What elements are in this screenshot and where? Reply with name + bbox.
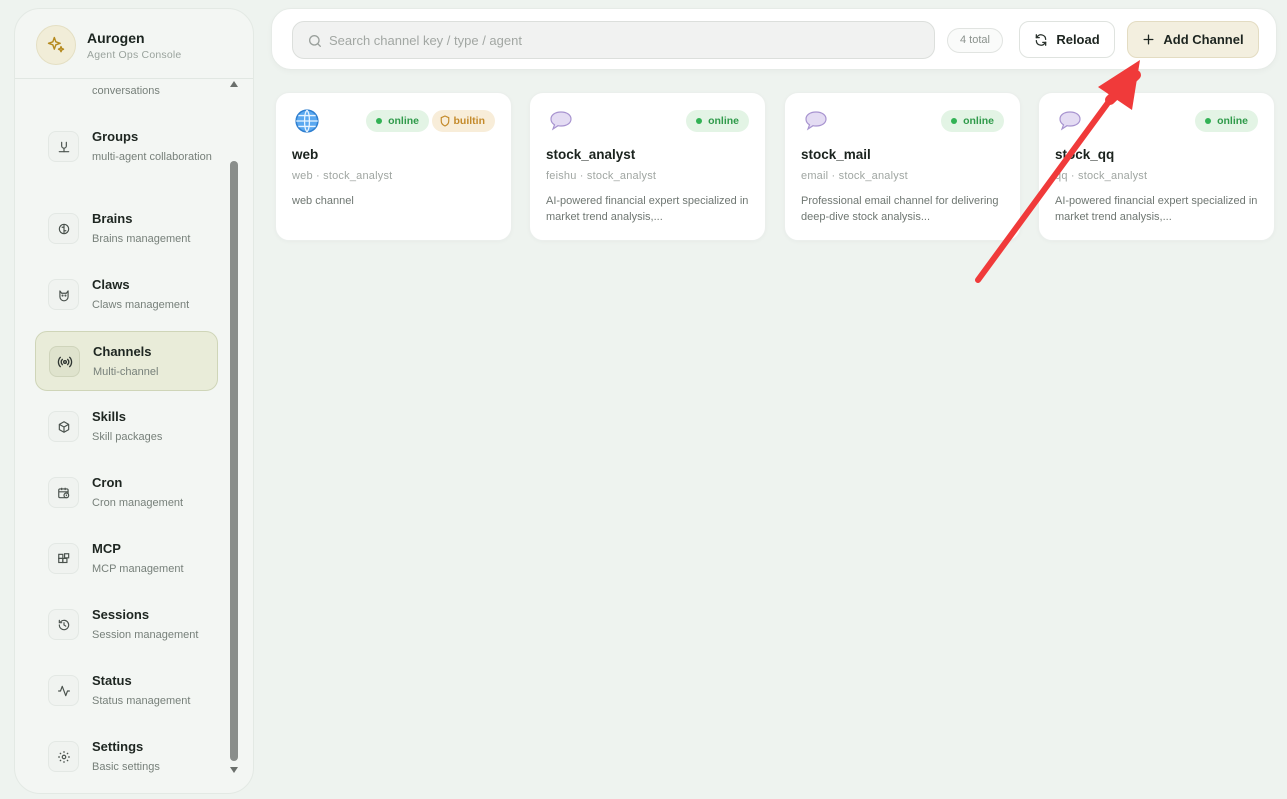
search-icon: [309, 35, 321, 47]
status-badge: online: [366, 110, 429, 132]
add-channel-button[interactable]: Add Channel: [1127, 21, 1259, 58]
refresh-icon: [1036, 33, 1047, 46]
channel-count-badge: 4 total: [947, 28, 1003, 53]
sidebar-item-groups[interactable]: Groups multi-agent collaboration: [35, 115, 218, 191]
channel-name: web: [292, 147, 319, 162]
sidebar-item-channels[interactable]: Channels Multi-channel: [35, 331, 218, 391]
brand-subtitle: Agent Ops Console: [87, 49, 182, 61]
sidebar-item-label: Settings: [92, 739, 144, 754]
calendar-clock-icon: [48, 477, 79, 508]
brain-icon: [48, 213, 79, 244]
channel-meta: web · stock_analyst: [292, 170, 393, 182]
sidebar-item-desc: conversations: [92, 85, 160, 97]
sidebar-item-desc: Basic settings: [92, 761, 160, 773]
blocks-icon: [48, 543, 79, 574]
sidebar-scrollbar-thumb[interactable]: [230, 161, 238, 761]
sidebar-item-label: Cron: [92, 475, 123, 490]
sidebar-item-brains[interactable]: Brains Brains management: [35, 199, 218, 259]
add-channel-label: Add Channel: [1163, 32, 1244, 47]
reload-button[interactable]: Reload: [1019, 21, 1115, 58]
sidebar-item-settings[interactable]: Settings Basic settings: [35, 727, 218, 787]
sidebar-item-claws[interactable]: Claws Claws management: [35, 265, 218, 325]
sidebar-item-status[interactable]: Status Status management: [35, 661, 218, 721]
sidebar-item-label: Status: [92, 673, 132, 688]
sidebar-item-cron[interactable]: Cron Cron management: [35, 463, 218, 523]
sidebar-item-label: Brains: [92, 211, 133, 226]
channel-card-stock-mail[interactable]: online stock_mail email · stock_analyst …: [784, 92, 1021, 241]
channel-description: AI-powered financial expert specialized …: [1055, 195, 1258, 223]
status-badge: online: [686, 110, 749, 132]
sidebar-item-conversations[interactable]: conversations: [35, 77, 218, 97]
gear-icon: [48, 741, 79, 772]
sidebar: Aurogen Agent Ops Console conversations …: [14, 8, 254, 794]
search-box[interactable]: [292, 21, 935, 59]
sidebar-item-desc: multi-agent collaboration: [92, 151, 212, 163]
sidebar-item-desc: MCP management: [92, 563, 184, 575]
sidebar-item-skills[interactable]: Skills Skill packages: [35, 397, 218, 457]
channel-description: web channel: [292, 195, 354, 207]
channel-name: stock_mail: [801, 147, 871, 162]
channel-name: stock_analyst: [546, 147, 636, 162]
brand-header: Aurogen Agent Ops Console: [15, 9, 253, 79]
shield-icon: [440, 115, 449, 127]
sidebar-item-desc: Claws management: [92, 299, 190, 311]
channel-meta: email · stock_analyst: [801, 170, 908, 182]
toolbar: 4 total Reload Add Channel: [271, 8, 1277, 70]
sidebar-item-mcp[interactable]: MCP MCP management: [35, 529, 218, 589]
broadcast-icon: [49, 346, 80, 377]
builtin-label: builtin: [453, 115, 486, 127]
status-badge: online: [1195, 110, 1258, 132]
package-icon: [48, 411, 79, 442]
scroll-down-arrow-icon[interactable]: [230, 767, 238, 773]
plus-icon: [1143, 34, 1154, 45]
sidebar-item-desc: Multi-channel: [93, 366, 159, 378]
brand-title: Aurogen: [87, 30, 145, 46]
sidebar-item-desc: Skill packages: [92, 431, 163, 443]
sidebar-item-desc: Brains management: [92, 233, 191, 245]
sidebar-nav: conversations Groups multi-agent collabo…: [15, 77, 230, 793]
channel-card-stock-qq[interactable]: online stock_qq qq · stock_analyst AI-po…: [1038, 92, 1275, 241]
sidebar-item-desc: Session management: [92, 629, 199, 641]
speech-bubble-icon: [550, 111, 572, 131]
search-input[interactable]: [329, 22, 919, 58]
sidebar-item-label: Claws: [92, 277, 130, 292]
sidebar-item-label: Sessions: [92, 607, 150, 622]
reload-label: Reload: [1056, 32, 1100, 47]
channel-meta: feishu · stock_analyst: [546, 170, 657, 182]
channel-name: stock_qq: [1055, 147, 1115, 162]
globe-icon: [295, 109, 319, 133]
sparkle-logo-icon[interactable]: [36, 25, 76, 65]
status-badge: online: [941, 110, 1004, 132]
groups-icon: [48, 131, 79, 162]
sidebar-item-desc: Cron management: [92, 497, 184, 509]
sidebar-item-label: MCP: [92, 541, 121, 556]
channel-description: Professional email channel for deliverin…: [801, 195, 999, 223]
scroll-up-arrow-icon[interactable]: [230, 81, 238, 87]
sidebar-item-label: Groups: [92, 129, 139, 144]
speech-bubble-icon: [805, 111, 827, 131]
sidebar-item-sessions[interactable]: Sessions Session management: [35, 595, 218, 655]
cat-icon: [48, 279, 79, 310]
channel-description: AI-powered financial expert specialized …: [546, 195, 749, 223]
history-icon: [48, 609, 79, 640]
sidebar-item-label: Channels: [93, 344, 152, 359]
channel-meta: qq · stock_analyst: [1055, 170, 1148, 182]
builtin-badge: builtin: [431, 110, 495, 132]
sidebar-item-label: Skills: [92, 409, 126, 424]
channel-card-web[interactable]: builtin online web web · stock_analyst w…: [275, 92, 512, 241]
sidebar-item-desc: Status management: [92, 695, 191, 707]
channel-card-stock-analyst[interactable]: online stock_analyst feishu · stock_anal…: [529, 92, 766, 241]
speech-bubble-icon: [1059, 111, 1081, 131]
pulse-icon: [48, 675, 79, 706]
